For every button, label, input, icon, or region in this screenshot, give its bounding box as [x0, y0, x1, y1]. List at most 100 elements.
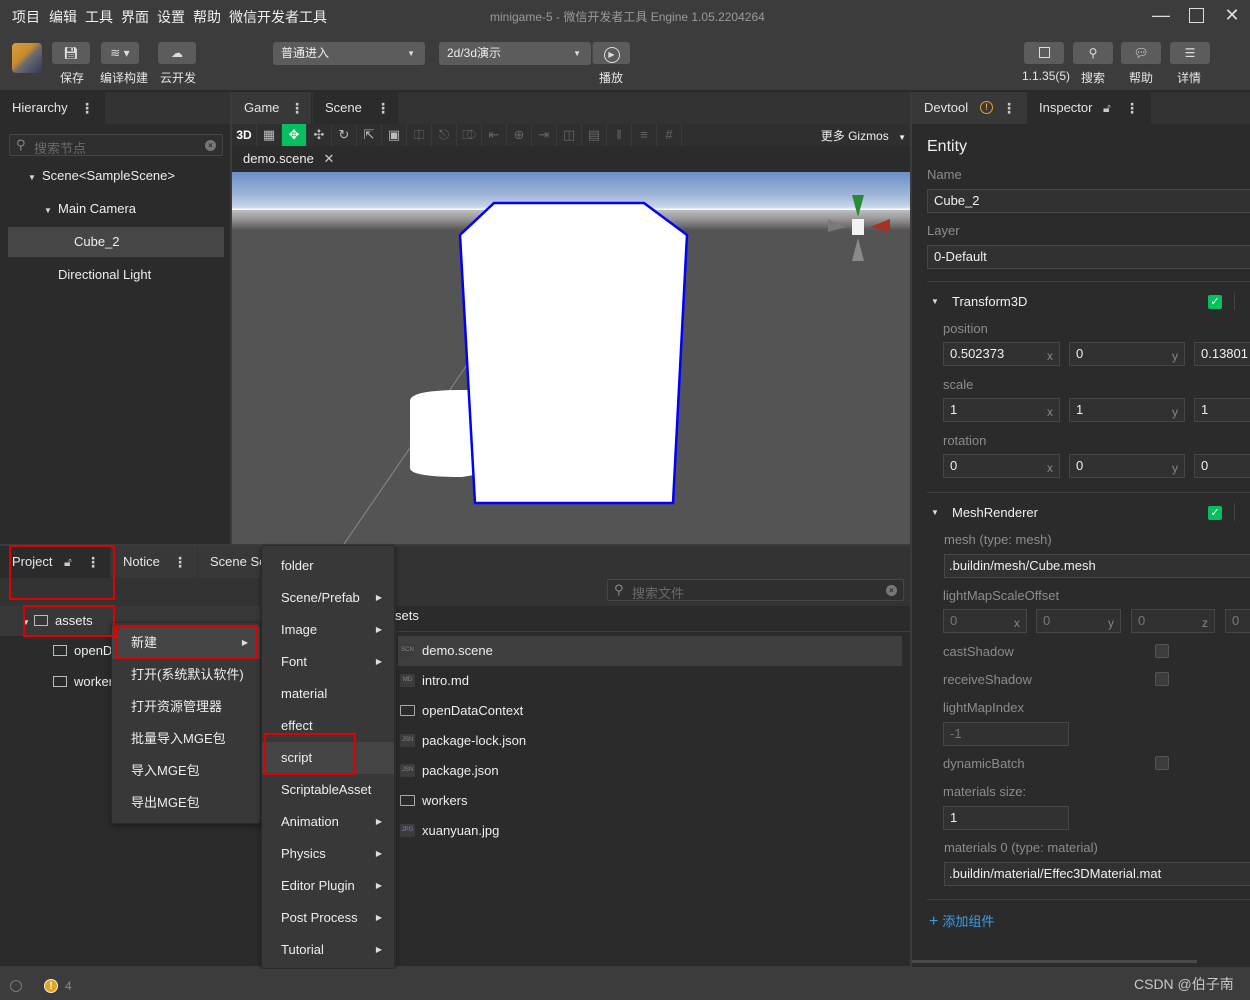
tree-node-directional-light[interactable]: Directional Light	[58, 260, 151, 290]
lightmap-offset-y-field[interactable]: 0y	[1036, 609, 1121, 633]
align-vcenter-button[interactable]: ⎋	[432, 124, 457, 146]
meshrenderer-enabled-checkbox[interactable]: ✓	[1208, 506, 1222, 520]
tab-project[interactable]: Project 🔓︎ ⋮	[0, 546, 110, 578]
collapse-triangle-icon[interactable]: ▼	[931, 297, 939, 306]
tab-demo-scene[interactable]: demo.scene ✕	[232, 146, 347, 172]
menu-item-export-mge[interactable]: 导出MGE包	[112, 787, 260, 819]
distribute-h-button[interactable]: ◫	[557, 124, 582, 146]
file-item-package-json[interactable]: JSN package.json	[398, 756, 902, 786]
details-button[interactable]: ☰	[1170, 42, 1210, 64]
submenu-item-font[interactable]: Font ▶	[262, 646, 394, 678]
gizmo-y-axis[interactable]	[852, 195, 864, 217]
submenu-item-post-process[interactable]: Post Process ▶	[262, 902, 394, 934]
orientation-gizmo[interactable]	[828, 195, 890, 261]
menu-wechat-devtools[interactable]: 微信开发者工具	[229, 7, 327, 27]
minimize-button[interactable]: —	[1146, 4, 1176, 28]
collapse-triangle-icon[interactable]: ▼	[931, 508, 939, 517]
file-item-intro-md[interactable]: MD intro.md	[398, 666, 902, 696]
gizmo-x-axis[interactable]	[870, 219, 890, 232]
menu-item-import-mge[interactable]: 导入MGE包	[112, 755, 260, 787]
menu-tools[interactable]: 工具	[85, 7, 113, 27]
toggle-3d-button[interactable]: 3D	[232, 124, 257, 146]
transform3d-enabled-checkbox[interactable]: ✓	[1208, 295, 1222, 309]
more-options-icon[interactable]: ⋮	[290, 92, 304, 124]
launch-mode-select[interactable]: 普通进入 ▼	[273, 42, 425, 65]
rotate-tool-button[interactable]: ↻	[332, 124, 357, 146]
lightmap-offset-x-field[interactable]: 0x	[943, 609, 1027, 633]
move-tool-button[interactable]: ✣	[307, 124, 332, 146]
tab-scene[interactable]: Scene ⋮	[313, 92, 398, 124]
tree-node-main-camera[interactable]: ▼ Main Camera	[44, 194, 136, 224]
mesh-field[interactable]: .buildin/mesh/Cube.mesh	[944, 554, 1250, 578]
expand-triangle-icon[interactable]: ▼	[44, 196, 58, 226]
menu-edit[interactable]: 编辑	[49, 7, 77, 27]
close-tab-icon[interactable]: ✕	[323, 151, 334, 166]
more-options-icon[interactable]: ⋮	[1125, 92, 1139, 124]
submenu-item-scriptable-asset[interactable]: ScriptableAsset	[262, 774, 394, 806]
position-y-field[interactable]: 0y	[1069, 342, 1185, 366]
more-options-icon[interactable]: ⋮	[86, 546, 100, 578]
align-top-button[interactable]: ⎅	[407, 124, 432, 146]
tree-folder-opendatacontext[interactable]: openD	[53, 636, 112, 666]
align-bottom-button[interactable]: ⎄	[457, 124, 482, 146]
clear-icon[interactable]: ×	[205, 140, 216, 151]
warning-icon[interactable]: !	[44, 979, 58, 993]
lock-icon[interactable]: 🔓︎	[1103, 92, 1111, 124]
submenu-item-tutorial[interactable]: Tutorial ▶	[262, 934, 394, 966]
file-item-package-lock-json[interactable]: JSN package-lock.json	[398, 726, 902, 756]
file-item-demo-scene[interactable]: SCN demo.scene	[398, 636, 902, 666]
scale-tool-button[interactable]: ⇱	[357, 124, 382, 146]
align-hcenter-button[interactable]: ⊕	[507, 124, 532, 146]
submenu-item-image[interactable]: Image ▶	[262, 614, 394, 646]
layer-select[interactable]: 0-Default	[927, 245, 1250, 269]
rect-tool-button[interactable]: ▣	[382, 124, 407, 146]
position-z-field[interactable]: 0.13801	[1194, 342, 1250, 366]
expand-triangle-icon[interactable]: ▼	[28, 163, 42, 193]
gizmo-neg-y-axis[interactable]	[852, 238, 864, 261]
add-component-button[interactable]: + 添加组件	[929, 911, 994, 931]
tree-folder-assets[interactable]: ▼ assets	[22, 606, 93, 636]
tree-folder-workers[interactable]: worker	[53, 667, 113, 697]
avatar[interactable]	[12, 43, 42, 73]
more-options-icon[interactable]: ⋮	[1002, 92, 1016, 124]
tab-inspector[interactable]: Inspector 🔓︎ ⋮	[1027, 92, 1151, 124]
entity-name-field[interactable]: Cube_2	[927, 189, 1250, 213]
scale-y-field[interactable]: 1y	[1069, 398, 1185, 422]
hierarchy-search-input[interactable]: ⚲ 搜索节点 ×	[9, 134, 223, 156]
play-button[interactable]: ▶	[592, 42, 630, 64]
lightmap-index-field[interactable]: -1	[943, 722, 1069, 746]
gizmos-dropdown[interactable]: 更多 Gizmos ▼	[821, 127, 906, 144]
menu-item-open-explorer[interactable]: 打开资源管理器	[112, 691, 260, 723]
grid-button[interactable]: ▦	[257, 124, 282, 146]
scene-viewport[interactable]	[232, 172, 910, 544]
space-h-button[interactable]: ‖	[607, 124, 632, 146]
tree-node-scene[interactable]: ▼ Scene<SampleScene>	[28, 161, 175, 191]
menu-view[interactable]: 界面	[121, 7, 149, 27]
search-button[interactable]: ⚲	[1073, 42, 1113, 64]
tab-notice[interactable]: Notice ⋮	[111, 546, 197, 578]
align-right-button[interactable]: ⇥	[532, 124, 557, 146]
menu-item-new[interactable]: 新建 ▶	[112, 627, 260, 659]
submenu-item-animation[interactable]: Animation ▶	[262, 806, 394, 838]
file-search-input[interactable]: ⚲ 搜索文件 ×	[607, 579, 904, 601]
more-options-icon[interactable]: ⋮	[376, 92, 390, 124]
close-window-button[interactable]: ✕	[1217, 4, 1247, 28]
gizmo-neg-x-axis[interactable]	[828, 219, 846, 232]
help-button[interactable]: 💬︎	[1121, 42, 1161, 64]
submenu-item-editor-plugin[interactable]: Editor Plugin ▶	[262, 870, 394, 902]
version-button[interactable]	[1024, 42, 1064, 64]
receive-shadow-checkbox[interactable]	[1155, 672, 1169, 686]
submenu-item-physics[interactable]: Physics ▶	[262, 838, 394, 870]
scene-select[interactable]: 2d/3d演示 ▼	[439, 42, 591, 65]
align-left-button[interactable]: ⇤	[482, 124, 507, 146]
rotation-x-field[interactable]: 0x	[943, 454, 1060, 478]
gizmo-center[interactable]	[852, 219, 864, 235]
menu-item-open-default[interactable]: 打开(系统默认软件)	[112, 659, 260, 691]
horizontal-scrollbar[interactable]	[912, 960, 1197, 963]
snap-grid-button[interactable]: #	[657, 124, 682, 146]
selected-cube[interactable]	[458, 201, 689, 505]
rotation-y-field[interactable]: 0y	[1069, 454, 1185, 478]
tab-devtool[interactable]: Devtool ! ⋮	[912, 92, 1027, 124]
menu-project[interactable]: 项目	[12, 7, 40, 27]
cloud-button[interactable]: ☁︎	[158, 42, 196, 64]
